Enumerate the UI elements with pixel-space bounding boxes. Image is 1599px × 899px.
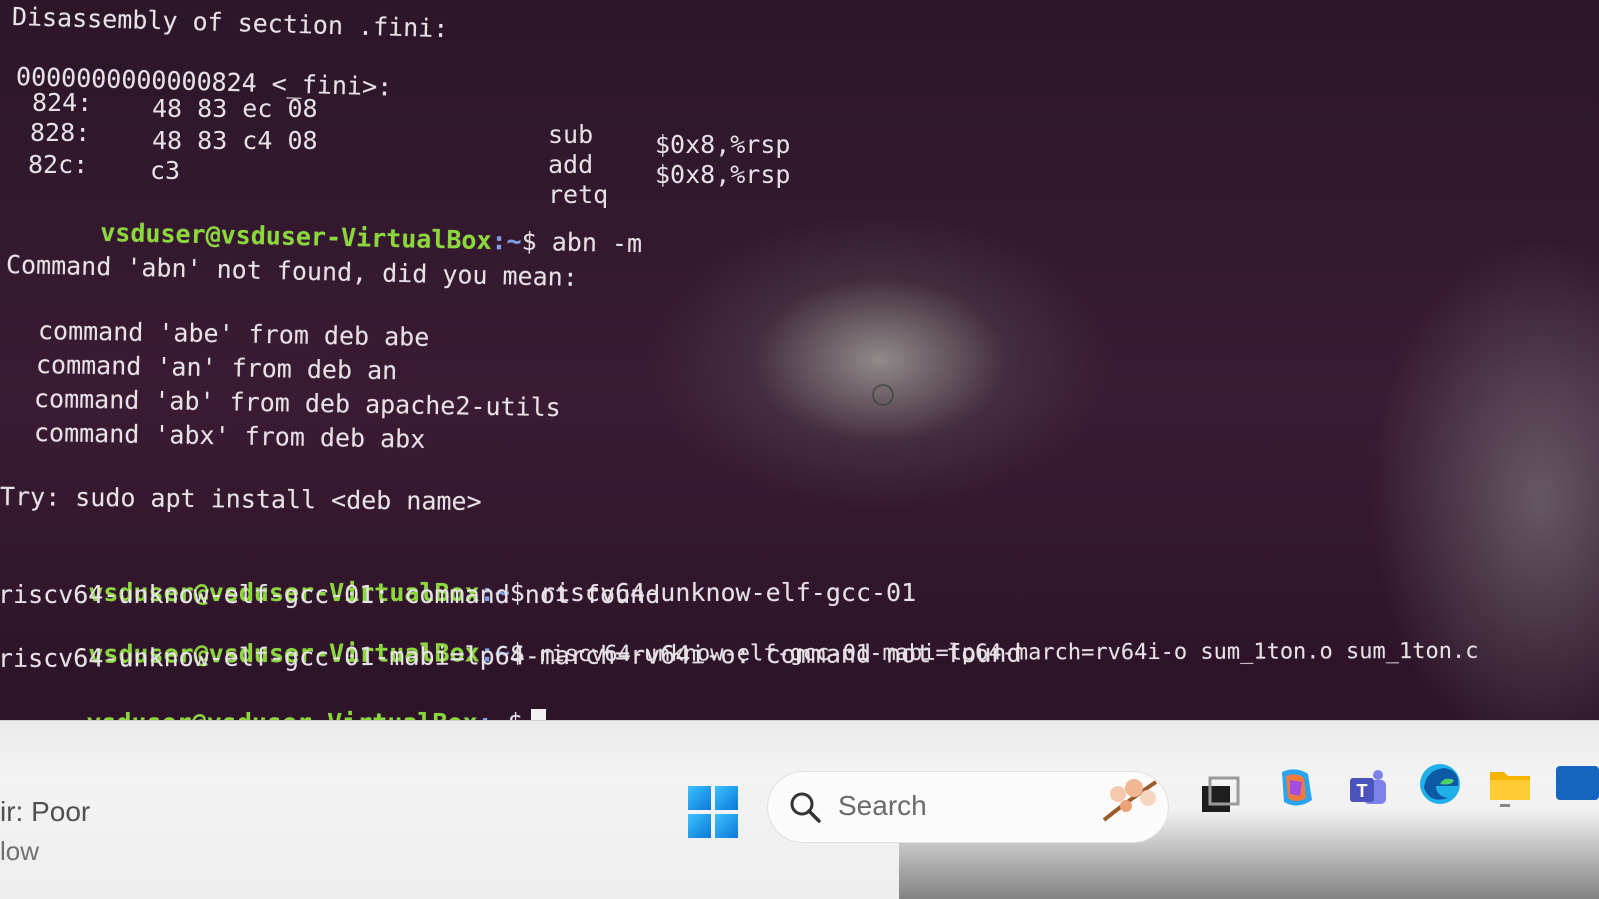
disasm-addr: 824: <box>32 88 93 117</box>
disasm-args: $0x8,%rsp <box>655 130 791 159</box>
disasm-addr: 828: <box>30 118 91 147</box>
disasm-bytes: 48 83 c4 08 <box>152 126 318 155</box>
search-placeholder[interactable]: Search <box>838 790 927 822</box>
task-view-icon[interactable] <box>1196 772 1244 820</box>
disasm-args: $0x8,%rsp <box>655 160 791 189</box>
search-highlight-icon <box>1102 779 1158 822</box>
command-text: abn -m <box>536 227 643 259</box>
prompt-user: vsduser@vsduser-VirtualBox <box>99 217 492 256</box>
weather-widget-line1[interactable]: ir: Poor <box>0 796 90 828</box>
screen: Disassembly of section .fini: 0000000000… <box>0 0 1599 899</box>
mouse-pointer-ring <box>872 384 894 406</box>
suggestion-line: command 'abe' from deb abe <box>37 316 430 352</box>
terminal-window[interactable]: Disassembly of section .fini: 0000000000… <box>0 0 1599 737</box>
disasm-addr: 82c: <box>28 150 89 179</box>
app-icon[interactable] <box>1556 760 1599 808</box>
prompt-sign: $ <box>521 226 538 257</box>
suggestion-line: command 'an' from deb an <box>35 350 398 386</box>
teams-icon[interactable]: T <box>1344 766 1392 814</box>
section-header: Disassembly of section .fini: <box>11 2 449 44</box>
svg-text:T: T <box>1357 781 1368 801</box>
error-line: riscv64-unknow-elf-gcc-01: command not f… <box>0 580 661 609</box>
prompt-path: :~ <box>491 226 522 256</box>
copilot-icon[interactable] <box>1272 764 1320 812</box>
suggestion-line: command 'abx' from deb abx <box>33 418 426 454</box>
try-message: Try: sudo apt install <deb name> <box>0 482 482 517</box>
edge-icon[interactable] <box>1416 760 1464 808</box>
disasm-op: sub <box>548 120 594 149</box>
disasm-op: add <box>548 150 594 179</box>
weather-widget-line2[interactable]: low <box>0 836 39 867</box>
file-explorer-icon[interactable] <box>1486 760 1534 808</box>
error-line: riscv64-unknow-elf-gcc-01-mabi=lp64-marc… <box>0 638 1022 673</box>
search-icon[interactable] <box>788 790 822 824</box>
disasm-bytes: 48 83 ec 08 <box>152 94 318 123</box>
disasm-bytes: c3 <box>150 156 181 185</box>
suggestion-line: command 'ab' from deb apache2-utils <box>33 384 561 423</box>
windows-start-icon[interactable] <box>688 786 738 838</box>
